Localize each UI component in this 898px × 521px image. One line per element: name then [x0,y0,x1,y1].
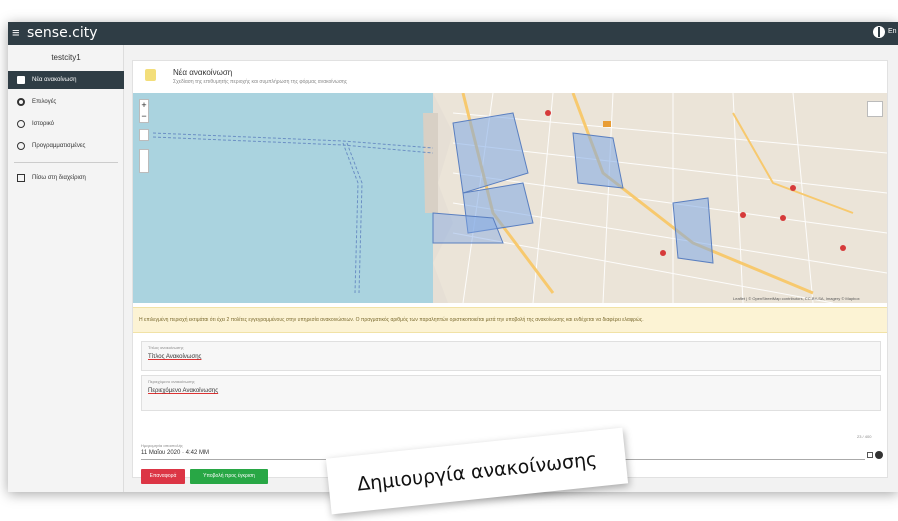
body-field[interactable]: Περιεχόμενο ανακοίνωσης Περιεχόμενο Ανακ… [141,375,881,411]
reset-button[interactable]: Επαναφορά [141,469,185,484]
sidebar-item-label: Προγραμματισμένες [32,143,86,149]
zoom-out-button[interactable]: − [140,111,148,122]
zoom-control: + − [139,99,149,123]
map-view[interactable]: + − Leaflet | © OpenStreetMap contributo… [133,93,887,303]
sidebar-item-label: Νέα ανακοίνωση [32,77,77,83]
top-navbar: ≡ sense.city En [8,22,898,45]
sidebar-item-scheduled[interactable]: Προγραμματισμένες [8,137,124,155]
tenant-name: testcity1 [51,53,81,62]
sidebar-item-back-to-admin[interactable]: Πίσω στη διαχείριση [8,169,124,187]
clock-icon [17,142,25,150]
title-field[interactable]: Τίτλος ανακοίνωσης Τίτλος Ανακοίνωσης [141,341,881,371]
title-field-label: Τίτλος ανακοίνωσης [148,345,184,350]
datetime-label: Ημερομηνία αποστολής [141,443,183,448]
submit-for-approval-button[interactable]: Υποβολή προς έγκριση [190,469,268,484]
recipient-estimate-alert: Η επιλεγμένη περιοχή εκτιμάται ότι έχει … [133,307,887,333]
sidebar-item-label: Ιστορικό [32,121,55,127]
announcement-panel: Νέα ανακοίνωση Σχεδίαση της επιθυμητής π… [132,60,888,484]
language-label[interactable]: En [888,28,897,35]
sign-in-icon [17,174,25,182]
draw-marker-button[interactable] [139,129,149,141]
sidebar: testcity1 Νέα ανακοίνωση Επιλογές Ιστορι… [8,45,124,492]
title-input[interactable]: Τίτλος Ανακοίνωσης [148,354,201,360]
note-icon [145,69,156,81]
page-title: Νέα ανακοίνωση [173,68,233,77]
sidebar-divider [14,162,118,163]
map-attribution[interactable]: Leaflet | © OpenStreetMap contributors, … [733,296,860,301]
info-icon[interactable] [875,451,883,459]
calendar-icon[interactable] [867,452,873,458]
edit-draw-toolbar[interactable] [139,149,149,173]
map-canvas[interactable] [133,93,887,303]
body-counter: 23 / 400 [857,434,872,439]
body-field-label: Περιεχόμενο ανακοίνωσης [148,379,195,384]
brand-logo[interactable]: sense.city [27,25,98,41]
sidebar-item-options[interactable]: Επιλογές [8,93,124,111]
gear-icon [17,98,25,106]
chat-icon [17,76,25,84]
layers-icon[interactable] [867,101,883,117]
zoom-in-button[interactable]: + [140,100,148,111]
sidebar-item-label: Επιλογές [32,99,57,105]
sidebar-item-label: Πίσω στη διαχείριση [32,175,86,181]
app-window: ≡ sense.city En testcity1 Νέα ανακοίνωση… [8,22,898,492]
menu-icon[interactable]: ≡ [12,25,20,40]
page-subtitle: Σχεδίαση της επιθυμητής περιοχής και συμ… [173,79,348,85]
sidebar-item-history[interactable]: Ιστορικό [8,115,124,133]
sidebar-item-new-announcement[interactable]: Νέα ανακοίνωση [8,71,124,89]
history-icon [17,120,25,128]
body-textarea[interactable]: Περιεχόμενο Ανακοίνωσης [148,388,218,394]
globe-icon[interactable] [873,26,885,38]
